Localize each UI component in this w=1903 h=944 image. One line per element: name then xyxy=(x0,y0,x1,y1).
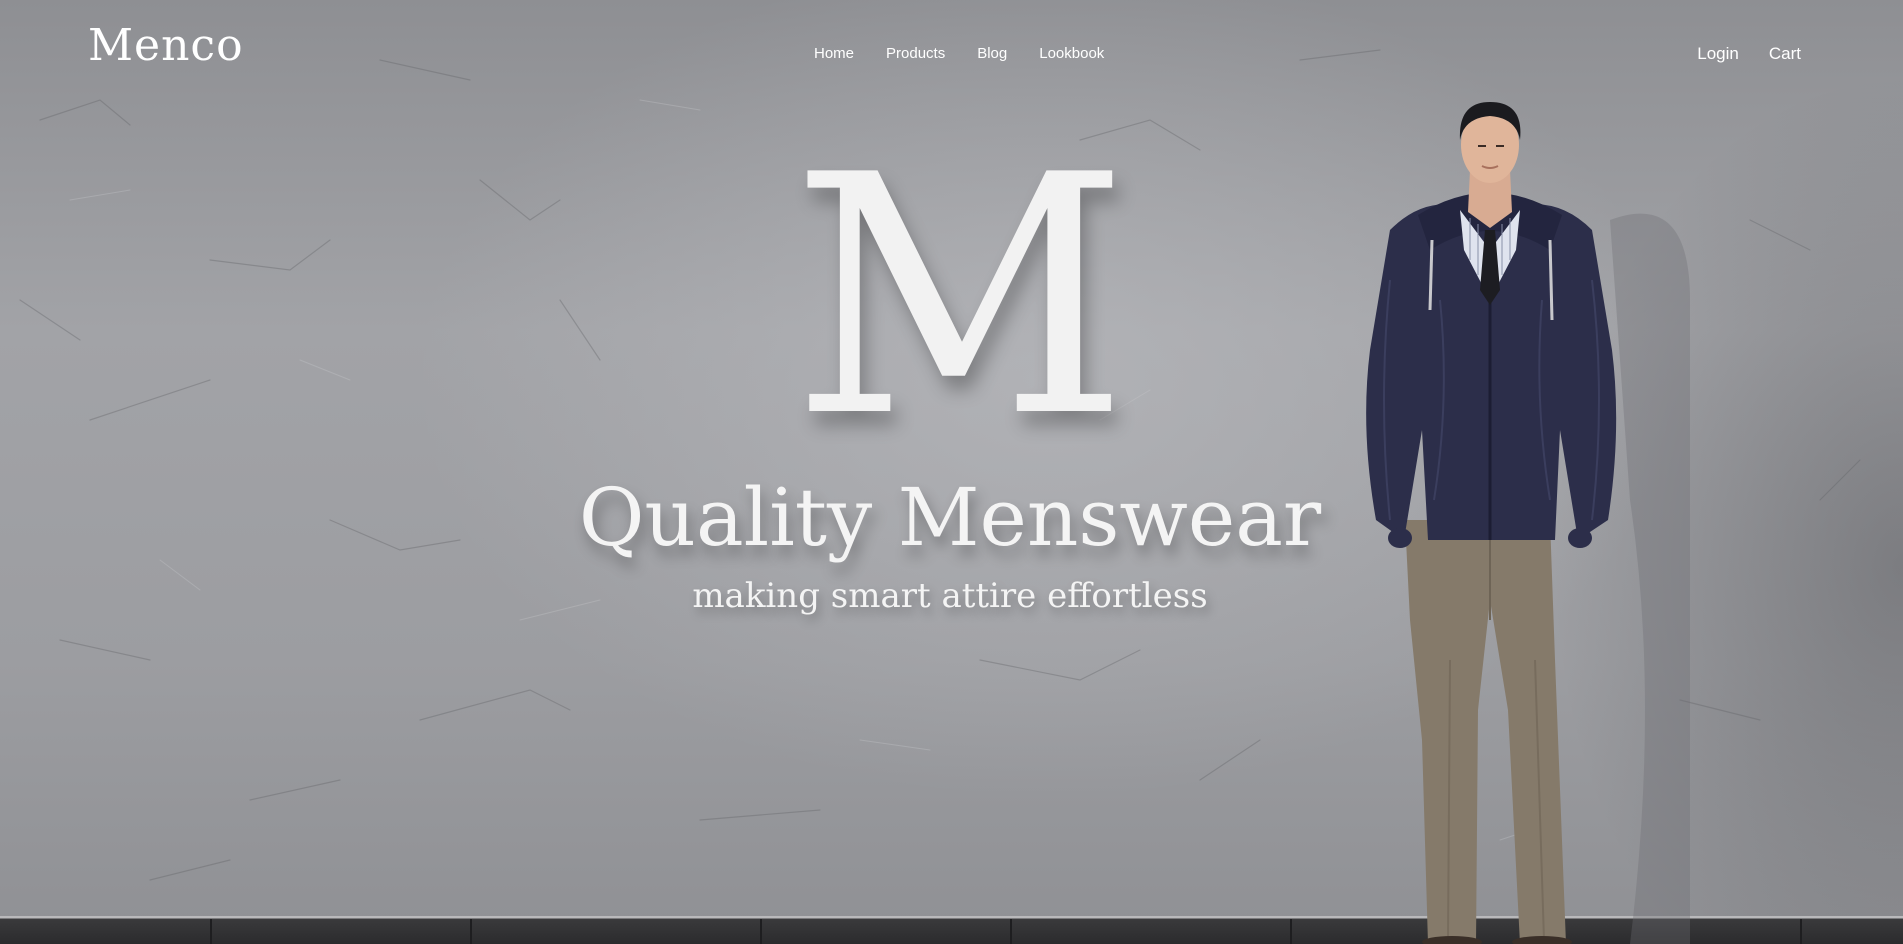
hero-section: Menco Home Products Blog Lookbook Login … xyxy=(0,0,1903,944)
cart-link[interactable]: Cart xyxy=(1769,44,1801,64)
model-photo xyxy=(1366,102,1690,944)
hero-subtitle: making smart attire effortless xyxy=(692,576,1208,616)
hero-title: Quality Menswear xyxy=(578,471,1322,564)
nav-item-lookbook[interactable]: Lookbook xyxy=(1039,45,1104,62)
hero-monogram: M xyxy=(791,105,1129,489)
nav-item-products[interactable]: Products xyxy=(886,45,945,62)
nav-item-home[interactable]: Home xyxy=(814,45,854,62)
account-links: Login Cart xyxy=(1697,44,1801,64)
nav-item-blog[interactable]: Blog xyxy=(977,45,1007,62)
brand-logo[interactable]: Menco xyxy=(88,20,244,71)
main-nav: Home Products Blog Lookbook xyxy=(814,45,1104,62)
login-link[interactable]: Login xyxy=(1697,44,1739,64)
